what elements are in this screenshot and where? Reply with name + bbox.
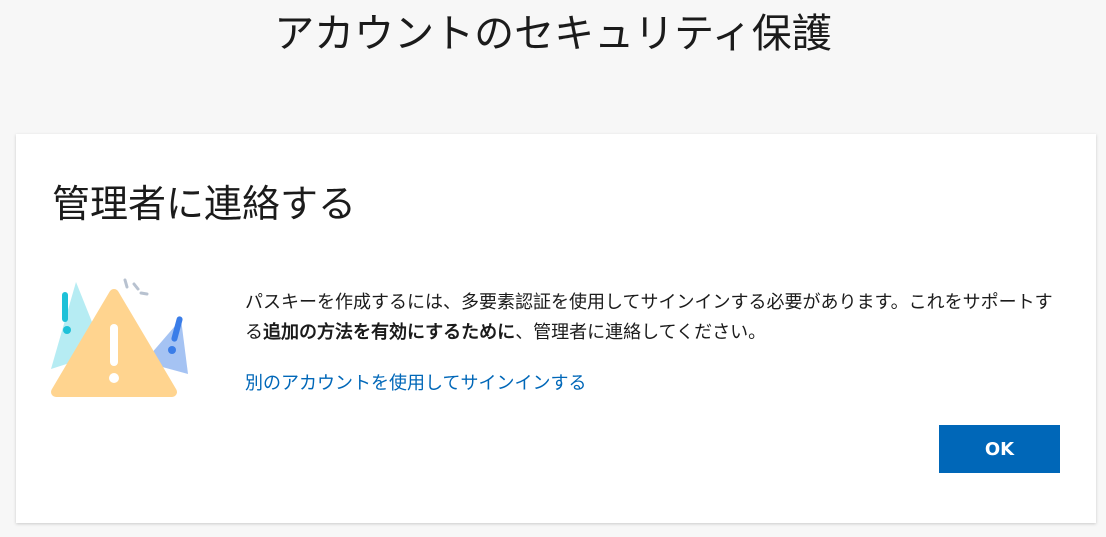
dialog-card: 管理者に連絡する パスキーを作成するには、多要素認証を使用してサインインする必要… xyxy=(16,134,1096,523)
page-title: アカウントのセキュリティ保護 xyxy=(274,11,832,57)
dialog-message: パスキーを作成するには、多要素認証を使用してサインインする必要があります。これを… xyxy=(245,288,1065,348)
warning-triangle-icon xyxy=(51,278,188,397)
ok-button[interactable]: OK xyxy=(939,425,1060,473)
message-emphasis: 追加の方法を有効にするために xyxy=(263,322,516,343)
dialog-heading: 管理者に連絡する xyxy=(52,182,357,226)
message-text-end: 、管理者に連絡してください。 xyxy=(515,322,767,343)
use-another-account-link[interactable]: 別のアカウントを使用してサインインする xyxy=(245,370,586,398)
